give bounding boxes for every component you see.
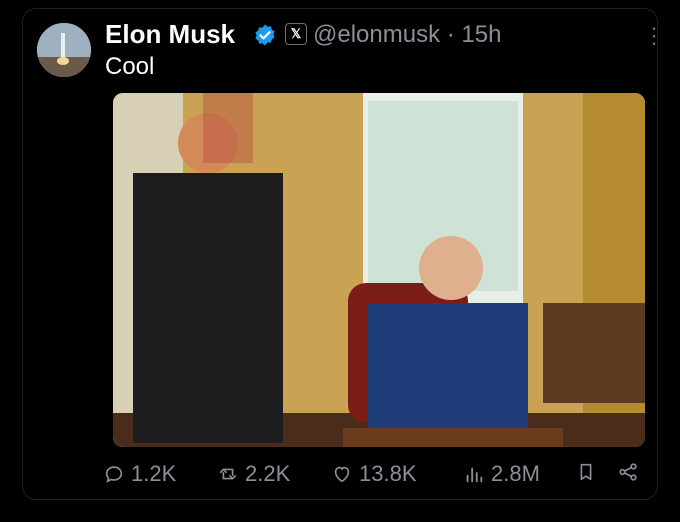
share-button[interactable]	[617, 461, 639, 483]
share-icon	[619, 463, 637, 481]
heart-icon	[334, 466, 350, 483]
reply-count: 1.2K	[131, 461, 177, 486]
verified-badge-icon	[255, 24, 275, 46]
avatar-image	[37, 23, 91, 77]
reply-button[interactable]: 1.2K	[103, 461, 176, 487]
more-options-icon[interactable]: ⋮	[643, 23, 665, 49]
views-count: 2.8M	[491, 461, 540, 486]
media-illustration	[113, 93, 645, 447]
post-card: Elon Musk 𝕏 @elonmusk · 15h ⋮ Cool 1.2K …	[22, 8, 665, 500]
post-time[interactable]: 15h	[461, 21, 501, 48]
author-avatar[interactable]	[37, 23, 91, 77]
x-affiliation-icon: 𝕏	[285, 23, 307, 45]
reply-icon	[105, 466, 123, 483]
post-actions: 1.2K 2.2K 13.8K 2.8M	[83, 461, 643, 491]
like-button[interactable]: 13.8K	[331, 461, 417, 487]
repost-button[interactable]: 2.2K	[217, 461, 290, 487]
views-icon	[466, 467, 483, 483]
post-text: Cool	[105, 53, 155, 80]
author-handle-and-time[interactable]: @elonmusk · 15h	[313, 21, 501, 49]
bookmark-button[interactable]	[575, 461, 597, 483]
repost-count: 2.2K	[245, 461, 291, 486]
author-handle[interactable]: @elonmusk	[313, 21, 440, 48]
like-count: 13.8K	[359, 461, 417, 486]
author-name[interactable]: Elon Musk	[105, 19, 235, 50]
views-button[interactable]: 2.8M	[463, 461, 540, 487]
post-media[interactable]	[113, 93, 645, 447]
separator-dot: ·	[446, 21, 462, 48]
bookmark-icon	[580, 463, 592, 481]
repost-icon	[219, 468, 237, 480]
